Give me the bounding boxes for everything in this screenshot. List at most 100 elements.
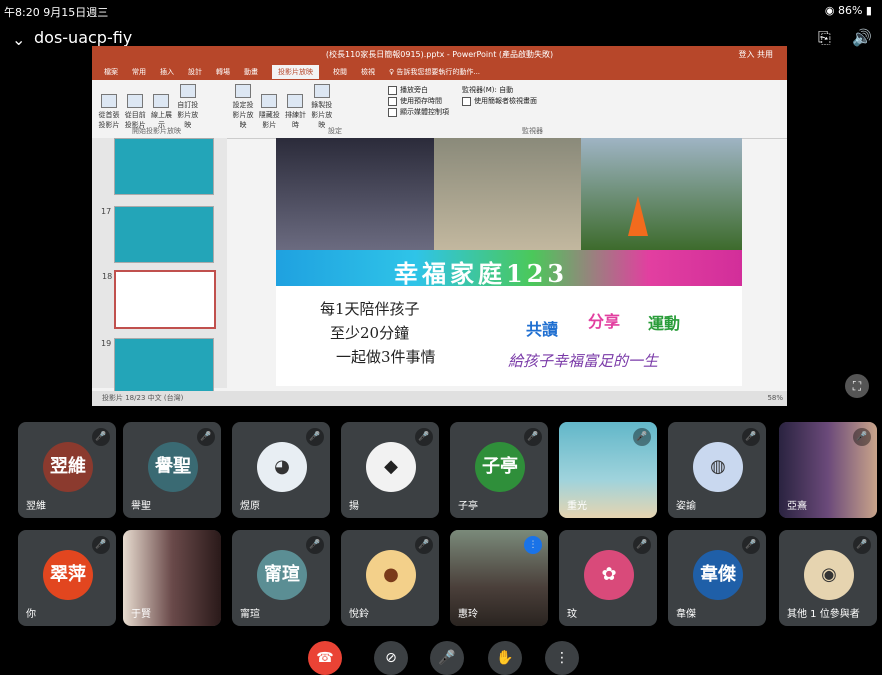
avatar: 韋傑: [693, 550, 743, 600]
participant-tile[interactable]: ✿ 🎤 玟: [559, 530, 657, 626]
participant-tile[interactable]: 韋傑 🎤 韋傑: [668, 530, 766, 626]
tab-review[interactable]: 校閱: [333, 67, 347, 77]
participant-name: 悅鈴: [349, 609, 369, 620]
avatar: ✿: [584, 550, 634, 600]
tab-view[interactable]: 檢視: [361, 67, 375, 77]
participant-tile[interactable]: 譽聖 🎤 譽聖: [123, 422, 221, 518]
participant-tile[interactable]: 子亭 🎤 子亭: [450, 422, 548, 518]
monitor-select[interactable]: 監視器(M): 自動: [462, 85, 537, 95]
zoom-level[interactable]: 58%: [767, 391, 783, 406]
ribbon-group-monitors: 監視器(M): 自動 使用簡報者檢視畫面: [462, 84, 537, 107]
mic-off-icon: 🎤: [853, 536, 871, 554]
photo-children-play: [434, 138, 584, 253]
from-current-button[interactable]: 從目前投影片: [124, 94, 146, 130]
mic-off-button[interactable]: 🎤: [430, 641, 464, 675]
tab-animations[interactable]: 動畫: [244, 67, 258, 77]
hide-slide-icon: [261, 94, 278, 108]
check-timings[interactable]: 使用預存時間: [388, 96, 449, 106]
speaker-icon[interactable]: 🔊: [852, 28, 872, 47]
ribbon-group-setup: 設定投影片放映 隱藏投影片 排練計時 錄製投影片放映: [232, 84, 335, 130]
switch-camera-icon[interactable]: ⎘: [818, 28, 831, 48]
status-bar: 午8:20 9月15日週三 ◉ 86% ▮: [0, 0, 882, 22]
participant-tile[interactable]: ◕ 🎤 煜原: [232, 422, 330, 518]
check-media-controls[interactable]: 顯示媒體控制項: [388, 107, 449, 117]
ppt-ribbon-tabs: 檔案 常用 插入 設計 轉場 動畫 投影片放映 校閱 檢視 ♀ 告訴我您想要執行…: [92, 64, 787, 80]
tab-design[interactable]: 設計: [188, 67, 202, 77]
ppt-ribbon: 從首張投影片 從目前投影片 線上展示 自訂投影片放映 開始投影片放映 設定投影片…: [92, 80, 787, 139]
ribbon-checks: 播放旁白 使用預存時間 顯示媒體控制項: [388, 84, 449, 118]
participant-name: 你: [26, 609, 36, 620]
slide-thumbnail[interactable]: 19: [101, 338, 214, 395]
raise-hand-button[interactable]: ✋: [488, 641, 522, 675]
participant-name: 韋傑: [676, 609, 696, 620]
participant-tile[interactable]: 于賢: [123, 530, 221, 626]
hide-slide-button[interactable]: 隱藏投影片: [258, 94, 280, 130]
slide-thumbnail-selected[interactable]: 18: [102, 270, 216, 329]
participant-tile[interactable]: ⋮ 惠玲: [450, 530, 548, 626]
avatar: ◉: [804, 550, 854, 600]
camera-off-button[interactable]: ⊘: [374, 641, 408, 675]
mic-off-icon: 🎤: [197, 428, 215, 446]
setup-show-button[interactable]: 設定投影片放映: [232, 84, 254, 130]
present-online-button[interactable]: 線上展示: [150, 94, 172, 130]
check-presenter-view[interactable]: 使用簡報者檢視畫面: [462, 96, 537, 106]
participant-tile[interactable]: 🎤 重光: [559, 422, 657, 518]
participant-tile[interactable]: 🎤 亞熹: [779, 422, 877, 518]
slide-thumbnail[interactable]: 17: [101, 206, 214, 263]
mic-off-icon: 🎤: [92, 428, 110, 446]
custom-show-button[interactable]: 自訂投影片放映: [177, 84, 199, 130]
slide-line-2: 至少20分鐘: [330, 324, 410, 342]
present-online-icon: [153, 94, 170, 108]
participant-name: 亞熹: [787, 501, 807, 512]
participant-tile[interactable]: 甯瑄 🎤 甯瑄: [232, 530, 330, 626]
participant-name: 煜原: [240, 501, 260, 512]
tab-file[interactable]: 檔案: [104, 67, 118, 77]
avatar: 子亭: [475, 442, 525, 492]
speaking-icon: ⋮: [524, 536, 542, 554]
mic-off-icon: 🎤: [415, 428, 433, 446]
participant-name: 重光: [567, 501, 587, 512]
meeting-code[interactable]: dos-uacp-fiy: [34, 28, 132, 47]
slide-thumbnail[interactable]: [114, 138, 214, 195]
participant-tile[interactable]: 翠萍 🎤 你: [18, 530, 116, 626]
end-call-button[interactable]: ☎: [308, 641, 342, 675]
rehearse-button[interactable]: 排練計時: [284, 94, 306, 130]
mic-off-icon: 🎤: [306, 428, 324, 446]
participant-name: 其他 1 位參與者: [787, 609, 860, 620]
slideshow-icon: [101, 94, 117, 108]
mic-off-icon: 🎤: [633, 536, 651, 554]
participant-tile[interactable]: 翌維 🎤 翌維: [18, 422, 116, 518]
from-beginning-button[interactable]: 從首張投影片: [98, 94, 120, 130]
participant-tile[interactable]: ● 🎤 悅鈴: [341, 530, 439, 626]
tab-home[interactable]: 常用: [132, 67, 146, 77]
tell-me-search[interactable]: ♀ 告訴我您想要執行的動作...: [389, 67, 480, 77]
group-label-setup: 設定: [328, 127, 342, 135]
record-button[interactable]: 錄製投影片放映: [311, 84, 333, 130]
avatar: 甯瑄: [257, 550, 307, 600]
participant-name: 翌維: [26, 501, 46, 512]
tab-insert[interactable]: 插入: [160, 67, 174, 77]
participant-tile[interactable]: ◆ 🎤 揚: [341, 422, 439, 518]
participant-name: 玟: [567, 609, 577, 620]
slide-line-3: 一起做3件事情: [336, 348, 436, 366]
avatar: ◍: [693, 442, 743, 492]
mic-off-icon: 🎤: [415, 536, 433, 554]
tag-reading: 共讀: [526, 320, 559, 339]
tab-transitions[interactable]: 轉場: [216, 67, 230, 77]
ppt-status-bar: 投影片 18/23 中文 (台灣) 58%: [92, 391, 787, 406]
chevron-down-icon[interactable]: ⌄: [12, 30, 25, 49]
tab-slideshow[interactable]: 投影片放映: [272, 65, 319, 79]
participant-tile-others[interactable]: ◉ 🎤 其他 1 位參與者: [779, 530, 877, 626]
more-options-button[interactable]: ⋮: [545, 641, 579, 675]
group-label-monitors: 監視器: [522, 127, 543, 135]
fullscreen-icon[interactable]: ⛶: [845, 374, 869, 398]
slide-thumbnails: 17 18 19: [92, 138, 227, 395]
participant-name: 揚: [349, 501, 359, 512]
mic-off-icon: 🎤: [742, 536, 760, 554]
participant-name: 惠玲: [458, 609, 478, 620]
avatar: ●: [366, 550, 416, 600]
participant-tile[interactable]: ◍ 🎤 姿諭: [668, 422, 766, 518]
record-icon: [313, 84, 330, 98]
battery-level: 86%: [837, 4, 863, 17]
check-narration[interactable]: 播放旁白: [388, 85, 449, 95]
